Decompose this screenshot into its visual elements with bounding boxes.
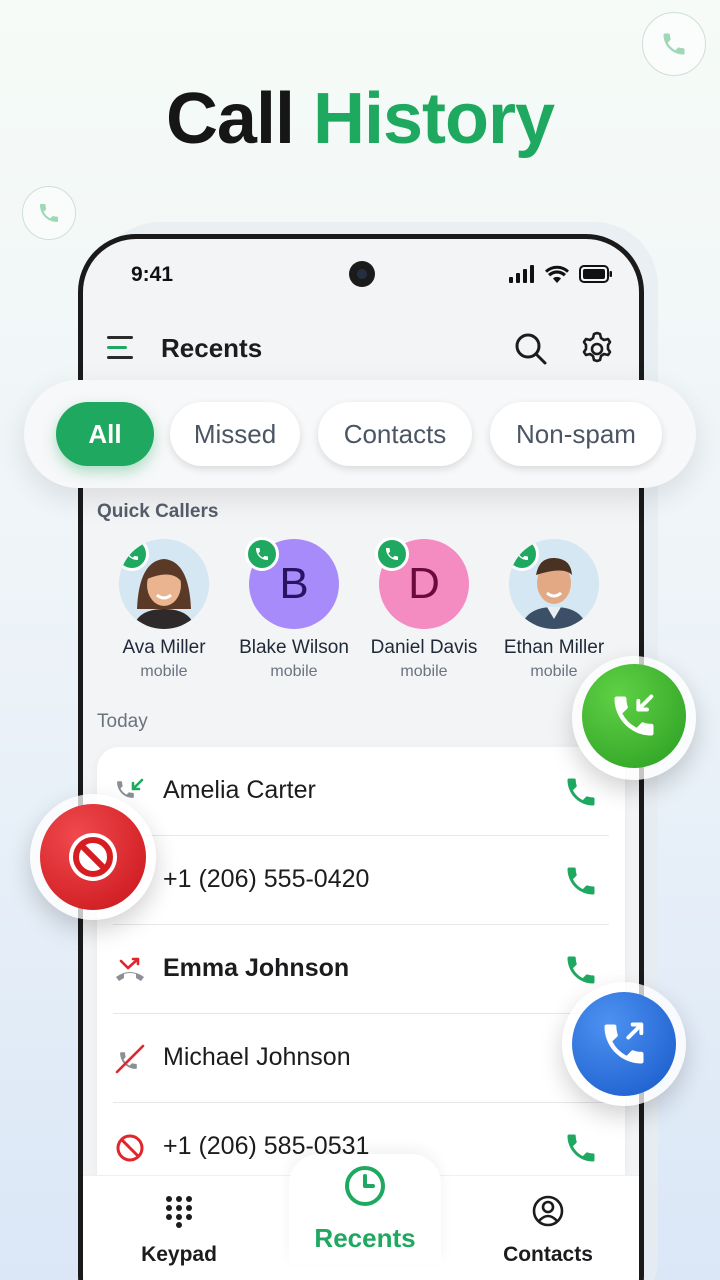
nav-keypad[interactable]: Keypad — [139, 1194, 219, 1267]
call-row[interactable]: +1 (206) 555-0420 — [97, 836, 625, 925]
avatar-initial: B — [279, 559, 309, 608]
nav-label: Keypad — [141, 1243, 217, 1266]
page-title: Recents — [161, 333, 263, 363]
filter-chip-all[interactable]: All — [56, 402, 154, 466]
call-name: Amelia Carter — [163, 776, 316, 804]
nav-label: Recents — [314, 1223, 416, 1253]
caller-name: Ava Miller — [122, 637, 206, 658]
status-bar: 9:41 — [83, 239, 639, 309]
battery-icon — [579, 265, 612, 283]
outgoing-call-icon — [604, 1022, 644, 1064]
search-icon[interactable] — [511, 329, 551, 369]
avatar: D — [375, 537, 469, 629]
call-name: +1 (206) 555-0420 — [163, 865, 370, 893]
headline: Call History — [0, 78, 720, 160]
avatar-initial: D — [408, 559, 440, 608]
camera-cutout — [349, 261, 375, 287]
status-icons — [509, 265, 613, 283]
contacts-icon — [532, 1195, 564, 1227]
incoming-call-fab[interactable] — [582, 664, 686, 768]
outgoing-call-fab[interactable] — [572, 992, 676, 1096]
quick-caller-ethan-miller[interactable]: Ethan Miller mobile — [489, 539, 619, 681]
avatar: B — [245, 537, 339, 629]
clock-icon — [345, 1166, 385, 1206]
headline-part2: History — [313, 79, 555, 159]
menu-icon[interactable] — [107, 334, 137, 362]
call-row[interactable]: Michael Johnson — [97, 1014, 625, 1103]
call-name: Emma Johnson — [163, 954, 350, 982]
avatar — [509, 539, 599, 629]
app-bar: Recents — [83, 319, 639, 379]
call-list: Amelia Carter +1 (206) 555-0420 Emma Joh… — [97, 747, 625, 1217]
missed-call-icon — [116, 957, 144, 981]
nav-contacts[interactable]: Contacts — [493, 1194, 603, 1267]
caller-type: mobile — [140, 663, 188, 680]
block-call-fab[interactable] — [40, 804, 146, 910]
filter-chip-non-spam[interactable]: Non-spam — [490, 402, 662, 466]
call-phone-icon[interactable] — [563, 863, 599, 899]
caller-name: Daniel Davis — [370, 637, 478, 658]
headline-part1: Call — [165, 79, 295, 159]
deco-phone-icon — [642, 12, 706, 76]
keypad-icon — [166, 1196, 192, 1228]
block-icon — [69, 833, 117, 881]
call-row[interactable]: Amelia Carter — [97, 747, 625, 836]
gear-icon[interactable] — [577, 329, 617, 369]
quick-caller-ava-miller[interactable]: Ava Miller mobile — [99, 539, 229, 681]
filter-chip-missed[interactable]: Missed — [170, 402, 300, 466]
call-row[interactable]: Emma Johnson — [97, 925, 625, 1014]
call-badge — [375, 537, 409, 571]
blocked-call-icon — [116, 1134, 144, 1162]
incoming-call-icon — [614, 694, 654, 736]
bottom-nav: Keypad Recents Contacts — [83, 1154, 639, 1280]
deco-phone-icon — [22, 186, 76, 240]
quick-caller-blake-wilson[interactable]: B Blake Wilson mobile — [229, 537, 359, 681]
call-phone-icon[interactable] — [563, 774, 599, 810]
today-title: Today — [97, 711, 148, 732]
caller-type: mobile — [400, 663, 448, 680]
call-phone-icon[interactable] — [563, 952, 599, 988]
status-time: 9:41 — [131, 263, 174, 286]
declined-call-icon — [115, 1044, 145, 1074]
nav-recents[interactable]: Recents — [295, 1164, 435, 1254]
filter-bar: All Missed Contacts Non-spam — [24, 380, 696, 488]
wifi-icon — [545, 265, 569, 283]
call-name: Michael Johnson — [163, 1043, 351, 1071]
call-phone-icon[interactable] — [563, 1130, 599, 1166]
signal-icon — [509, 265, 534, 283]
filter-chip-contacts[interactable]: Contacts — [318, 402, 472, 466]
caller-name: Ethan Miller — [503, 637, 605, 658]
nav-label: Contacts — [503, 1243, 593, 1266]
quick-caller-daniel-davis[interactable]: D Daniel Davis mobile — [359, 537, 489, 681]
caller-name: Blake Wilson — [239, 637, 349, 658]
avatar — [119, 539, 209, 629]
caller-type: mobile — [270, 663, 318, 680]
call-badge — [245, 537, 279, 571]
quick-callers-title: Quick Callers — [97, 501, 219, 522]
